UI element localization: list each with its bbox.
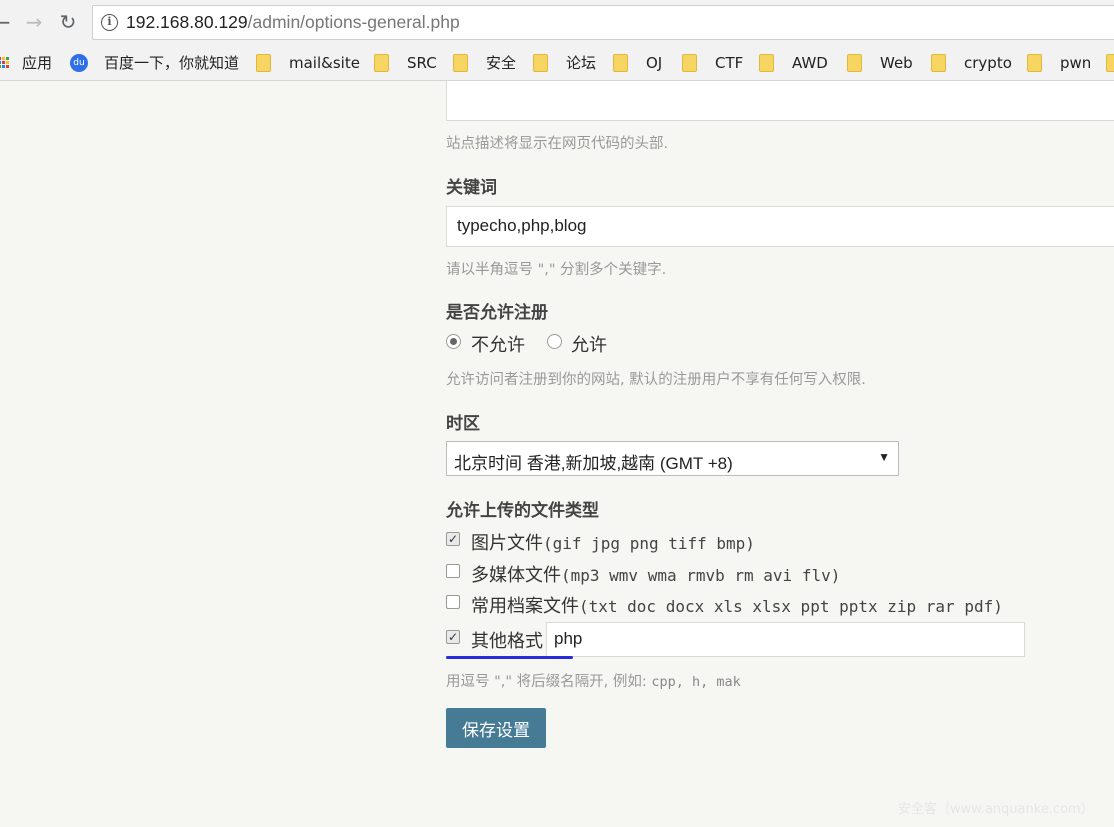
- upload-types-hint: 用逗号 "," 将后缀名隔开, 例如: cpp, h, mak: [446, 670, 741, 691]
- upload-other-checkbox[interactable]: ✓: [446, 630, 460, 644]
- upload-media-option[interactable]: 多媒体文件(mp3 wmv wma rmvb rm avi flv): [471, 561, 840, 587]
- folder-icon: [374, 54, 389, 72]
- bookmarks-bar: 应用 du 百度一下，你就知道 mail&site SRC 安全 论坛 OJ C…: [0, 44, 1114, 81]
- bookmark-label: mail&site: [289, 54, 360, 72]
- bookmark-label: 应用: [22, 54, 53, 72]
- register-allow-label[interactable]: 允许: [571, 331, 607, 357]
- upload-images-label: 图片文件: [471, 533, 543, 554]
- watermark: 安全客（www.anquanke.com）: [898, 802, 1094, 817]
- bookmark-label: pwn: [1060, 54, 1092, 72]
- url-bar[interactable]: i 192.168.80.129/admin/options-general.p…: [92, 5, 1114, 40]
- reload-icon[interactable]: ↻: [56, 10, 80, 34]
- upload-archive-option[interactable]: 常用档案文件(txt doc docx xls xlsx ppt pptx zi…: [471, 592, 1003, 618]
- browser-address-bar: ← → ↻ i 192.168.80.129/admin/options-gen…: [0, 0, 1114, 44]
- timezone-selected: 北京时间 香港,新加坡,越南 (GMT +8): [454, 454, 733, 473]
- bookmark-label: 论坛: [566, 54, 597, 72]
- register-deny-radio[interactable]: [446, 334, 461, 349]
- upload-media-label: 多媒体文件: [471, 565, 561, 586]
- upload-images-checkbox[interactable]: ✓: [446, 532, 460, 546]
- upload-images-detail: (gif jpg png tiff bmp): [543, 534, 755, 553]
- upload-images-option[interactable]: 图片文件(gif jpg png tiff bmp): [471, 529, 755, 555]
- upload-hint-text: 用逗号 "," 将后缀名隔开, 例如:: [446, 674, 652, 690]
- register-allow-radio[interactable]: [547, 334, 562, 349]
- url-path: /admin/options-general.php: [247, 12, 460, 32]
- bookmark-label: AWD: [792, 54, 828, 72]
- description-hint: 站点描述将显示在网页代码的头部.: [446, 136, 669, 152]
- info-icon[interactable]: i: [101, 14, 118, 31]
- keywords-input[interactable]: typecho,php,blog: [446, 206, 1114, 247]
- upload-media-detail: (mp3 wmv wma rmvb rm avi flv): [561, 566, 841, 585]
- folder-icon: [1106, 54, 1114, 72]
- folder-icon: [759, 54, 774, 72]
- bookmark-label: OJ: [646, 54, 663, 72]
- upload-other-input[interactable]: php: [546, 622, 1025, 657]
- url-host: 192.168.80.129: [126, 12, 248, 32]
- register-label: 是否允许注册: [446, 303, 548, 323]
- timezone-select[interactable]: 北京时间 香港,新加坡,越南 (GMT +8) ▼: [446, 441, 899, 476]
- upload-media-checkbox[interactable]: [446, 564, 460, 578]
- back-arrow-icon[interactable]: ←: [0, 10, 14, 34]
- dropdown-arrow-icon: ▼: [878, 450, 890, 464]
- upload-archive-detail: (txt doc docx xls xlsx ppt pptx zip rar …: [579, 597, 1003, 616]
- folder-icon: [613, 54, 628, 72]
- bookmark-overflow[interactable]: [1106, 52, 1114, 74]
- bookmark-label: CTF: [715, 54, 744, 72]
- upload-hint-example: cpp, h, mak: [651, 674, 741, 690]
- folder-icon: [256, 54, 271, 72]
- upload-archive-checkbox[interactable]: [446, 595, 460, 609]
- description-textarea[interactable]: [446, 81, 1114, 121]
- register-hint: 允许访问者注册到你的网站, 默认的注册用户不享有任何写入权限.: [446, 372, 866, 388]
- folder-icon: [847, 54, 862, 72]
- keywords-hint: 请以半角逗号 "," 分割多个关键字.: [446, 262, 667, 278]
- upload-other-label[interactable]: 其他格式: [471, 627, 543, 653]
- keywords-label: 关键词: [446, 178, 497, 198]
- bookmark-label: crypto: [964, 54, 1012, 72]
- timezone-label: 时区: [446, 414, 480, 434]
- save-settings-button[interactable]: 保存设置: [446, 708, 546, 748]
- bookmark-label: Web: [880, 54, 913, 72]
- baidu-icon: du: [70, 54, 88, 72]
- apps-icon: [0, 57, 10, 69]
- upload-types-label: 允许上传的文件类型: [446, 501, 599, 521]
- folder-icon: [1027, 54, 1042, 72]
- register-deny-label[interactable]: 不允许: [471, 331, 525, 357]
- bookmark-label: SRC: [407, 54, 437, 72]
- folder-icon: [533, 54, 548, 72]
- folder-icon: [453, 54, 468, 72]
- bookmark-label: 安全: [486, 54, 517, 72]
- folder-icon: [682, 54, 697, 72]
- folder-icon: [931, 54, 946, 72]
- bookmark-label: 百度一下，你就知道: [104, 54, 240, 72]
- url-text[interactable]: 192.168.80.129/admin/options-general.php: [126, 12, 460, 33]
- forward-arrow-icon[interactable]: →: [22, 10, 46, 34]
- highlight-underline: [446, 656, 573, 659]
- upload-archive-label: 常用档案文件: [471, 596, 579, 617]
